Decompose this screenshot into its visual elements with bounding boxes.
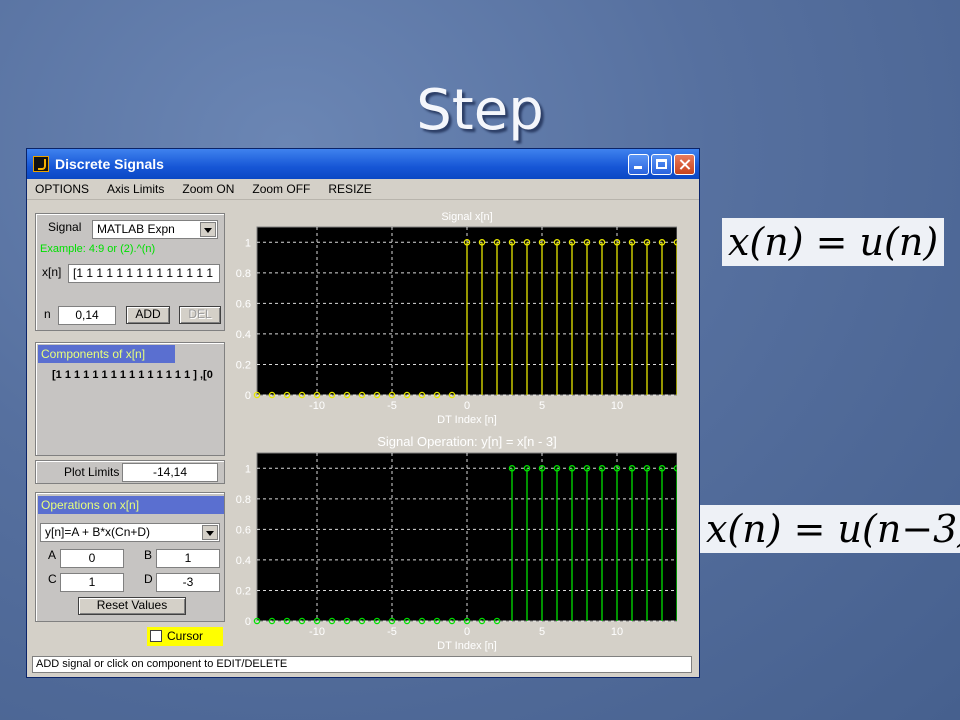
- x-tick-label: 5: [539, 400, 545, 412]
- x-tick-label: -5: [387, 400, 397, 412]
- x-tick-label: -5: [387, 626, 397, 638]
- status-bar: ADD signal or click on component to EDIT…: [32, 656, 692, 673]
- y-tick-label: 0.4: [236, 555, 251, 567]
- formula-unit-step: x(n) = u(n): [722, 218, 945, 266]
- cursor-label: Cursor: [167, 629, 204, 643]
- n-range-input[interactable]: 0,14: [58, 306, 116, 325]
- y-tick-label: 0.8: [236, 494, 251, 506]
- menu-axis-limits[interactable]: Axis Limits: [107, 182, 164, 196]
- y-tick-label: 0.4: [236, 329, 251, 341]
- plot-limits-panel: Plot Limits -14,14: [35, 460, 225, 484]
- n-label: n: [44, 307, 51, 321]
- reset-values-button[interactable]: Reset Values: [78, 597, 186, 615]
- a-label: A: [48, 548, 57, 562]
- window-titlebar[interactable]: Discrete Signals: [27, 149, 699, 179]
- x-tick-label: 0: [464, 626, 470, 638]
- close-button[interactable]: [674, 153, 695, 175]
- y-tick-label: 0.2: [236, 585, 251, 597]
- b-input[interactable]: 1: [156, 549, 220, 568]
- y-tick-label: 1: [245, 237, 251, 249]
- minimize-button[interactable]: [628, 153, 649, 175]
- operation-value: y[n]=A + B*x(Cn+D): [45, 525, 151, 539]
- cursor-checkbox[interactable]: [150, 630, 162, 642]
- plot-1-title: Signal x[n]: [441, 211, 492, 223]
- components-panel: Components of x[n] [1 1 1 1 1 1 1 1 1 1 …: [35, 342, 225, 456]
- y-tick-label: 0.2: [236, 359, 251, 371]
- operation-select[interactable]: y[n]=A + B*x(Cn+D): [40, 523, 220, 542]
- maximize-button[interactable]: [651, 153, 672, 175]
- operations-header: Operations on x[n]: [38, 496, 224, 514]
- operations-panel: Operations on x[n] y[n]=A + B*x(Cn+D) A …: [35, 492, 225, 622]
- chevron-down-icon: [200, 222, 216, 237]
- y-tick-label: 0: [245, 616, 251, 628]
- signal-type-select[interactable]: MATLAB Expn: [92, 220, 218, 239]
- plot-limits-input[interactable]: -14,14: [122, 463, 218, 482]
- b-label: B: [144, 548, 153, 562]
- matlab-icon: [33, 156, 49, 172]
- cursor-toggle[interactable]: Cursor: [147, 627, 223, 646]
- delete-button[interactable]: DEL: [179, 306, 221, 324]
- y-tick-label: 0: [245, 390, 251, 402]
- x-tick-label: 10: [611, 626, 623, 638]
- y-tick-label: 1: [245, 463, 251, 475]
- plot-2-title: Signal Operation: y[n] = x[n - 3]: [377, 434, 557, 449]
- menu-options[interactable]: OPTIONS: [35, 182, 89, 196]
- window-title: Discrete Signals: [55, 156, 164, 172]
- component-item[interactable]: [1 1 1 1 1 1 1 1 1 1 1 1 1 1 1 ] ,[0: [52, 369, 224, 381]
- y-tick-label: 0.6: [236, 298, 251, 310]
- slide-title: Step: [416, 78, 544, 143]
- x-tick-label: 0: [464, 400, 470, 412]
- signal-type-value: MATLAB Expn: [97, 222, 175, 236]
- x-tick-label: -10: [309, 626, 325, 638]
- d-label: D: [144, 572, 153, 586]
- y-tick-label: 0.8: [236, 268, 251, 280]
- plots-area[interactable]: Signal x[n]-10 -5 0 5 1000.20.40.60.81DT Ind…: [227, 203, 677, 663]
- signal-panel: Signal MATLAB Expn Example: 4:9 or (2).^…: [35, 213, 225, 331]
- discrete-signals-window: Discrete Signals OPTIONS Axis Limits Zoo…: [26, 148, 700, 678]
- x-tick-label: 5: [539, 626, 545, 638]
- d-input[interactable]: -3: [156, 573, 220, 592]
- menubar: OPTIONS Axis Limits Zoom ON Zoom OFF RES…: [27, 179, 699, 200]
- x-axis-label: DT Index [n]: [437, 640, 497, 652]
- c-input[interactable]: 1: [60, 573, 124, 592]
- signal-label: Signal: [48, 220, 82, 234]
- formula-shifted-step: x(n) = u(n−3): [700, 505, 960, 553]
- menu-zoom-off[interactable]: Zoom OFF: [252, 182, 310, 196]
- add-button[interactable]: ADD: [126, 306, 170, 324]
- components-header: Components of x[n]: [38, 345, 175, 363]
- xn-input[interactable]: [1 1 1 1 1 1 1 1 1 1 1 1 1 1: [68, 264, 220, 283]
- menu-resize[interactable]: RESIZE: [328, 182, 371, 196]
- chevron-down-icon: [202, 525, 218, 540]
- a-input[interactable]: 0: [60, 549, 124, 568]
- y-tick-label: 0.6: [236, 524, 251, 536]
- x-axis-label: DT Index [n]: [437, 414, 497, 426]
- example-hint: Example: 4:9 or (2).^(n): [40, 243, 156, 255]
- xn-label: x[n]: [42, 265, 62, 279]
- menu-zoom-on[interactable]: Zoom ON: [182, 182, 234, 196]
- plot-limits-label: Plot Limits: [64, 465, 120, 479]
- c-label: C: [48, 572, 57, 586]
- x-tick-label: 10: [611, 400, 623, 412]
- x-tick-label: -10: [309, 400, 325, 412]
